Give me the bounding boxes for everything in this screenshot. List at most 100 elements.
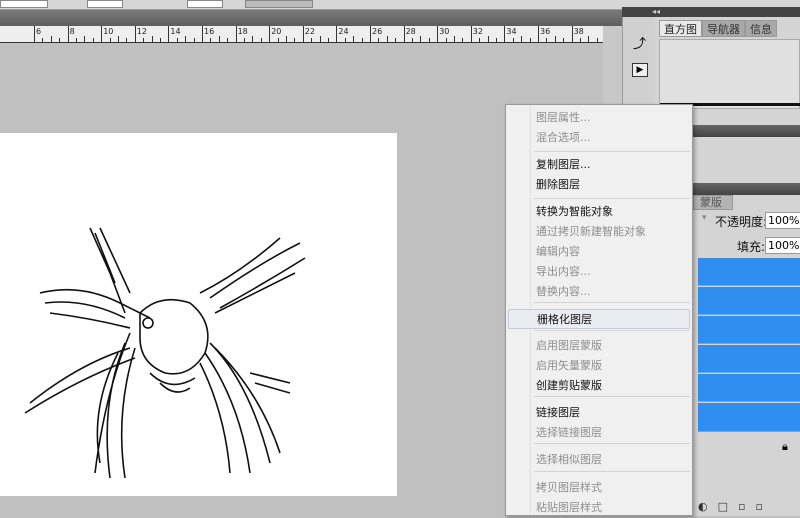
- ruler-tick: [260, 38, 262, 42]
- ruler-tick: [454, 36, 455, 42]
- ruler-label: 8: [69, 27, 75, 36]
- ruler-tick: [252, 36, 254, 42]
- tab-masks[interactable]: 蒙版: [693, 195, 733, 210]
- layer-row[interactable]: [698, 374, 800, 402]
- ruler-tick: [403, 26, 405, 42]
- menu-item[interactable]: 编辑内容: [506, 242, 692, 262]
- tab-info[interactable]: 信息: [745, 20, 777, 37]
- menu-separator: [534, 471, 690, 472]
- ruler-tick: [118, 36, 119, 42]
- menu-item[interactable]: 转换为智能对象: [506, 202, 692, 222]
- menu-item[interactable]: 启用矢量蒙版: [506, 356, 692, 376]
- ruler-tick: [59, 38, 61, 42]
- ruler-tick: [101, 26, 103, 42]
- ruler-tick: [126, 38, 128, 42]
- ruler-tick: [302, 26, 304, 42]
- layer-row[interactable]: [698, 287, 800, 315]
- horizontal-ruler: 6810121416182022242628303234363840: [0, 26, 603, 43]
- options-field[interactable]: [87, 0, 123, 8]
- ruler-label: 6: [36, 27, 42, 36]
- menu-item[interactable]: 选择链接图层: [506, 423, 692, 443]
- menu-separator: [534, 330, 690, 331]
- ruler-tick: [445, 38, 447, 42]
- actions-play-icon[interactable]: ▶: [632, 63, 648, 77]
- ruler-tick: [554, 36, 556, 42]
- panel-header[interactable]: ◂◂: [622, 7, 800, 17]
- opacity-input[interactable]: [765, 212, 800, 229]
- menu-item[interactable]: 粘贴图层样式: [506, 498, 692, 518]
- ruler-tick: [487, 36, 489, 42]
- ruler-tick: [269, 26, 271, 42]
- ruler-label: 16: [204, 27, 215, 36]
- ruler-tick: [344, 38, 346, 42]
- ruler-label: 24: [338, 27, 349, 36]
- menu-item[interactable]: 删除图层: [506, 175, 692, 195]
- options-button[interactable]: [245, 0, 313, 8]
- tab-histogram[interactable]: 直方图: [659, 20, 702, 37]
- ruler-tick: [235, 26, 237, 42]
- menu-item[interactable]: 替换内容...: [506, 282, 692, 302]
- ruler-label: 32: [472, 27, 483, 36]
- layer-bottom-icons[interactable]: ◐□▫▫: [698, 500, 773, 513]
- ruler-tick: [596, 38, 598, 42]
- ruler-tick: [244, 38, 245, 42]
- menu-item[interactable]: 拷贝图层样式: [506, 478, 692, 498]
- document-canvas[interactable]: [0, 133, 397, 496]
- ruler-tick: [76, 38, 77, 42]
- opacity-label: 不透明度:: [715, 215, 768, 229]
- ruler-tick: [370, 26, 371, 42]
- tab-navigator[interactable]: 导航器: [702, 20, 745, 37]
- ruler-tick: [210, 38, 212, 42]
- menu-item[interactable]: 图层属性...: [506, 108, 692, 128]
- menu-item[interactable]: 创建剪贴蒙版: [506, 376, 692, 396]
- options-field[interactable]: [187, 0, 223, 8]
- ruler-tick: [420, 36, 422, 42]
- history-icon[interactable]: ⤴: [633, 33, 647, 52]
- ruler-tick: [395, 38, 397, 42]
- menu-item[interactable]: 链接图层: [506, 403, 692, 423]
- ruler-label: 10: [103, 27, 114, 36]
- layer-row[interactable]: [698, 258, 800, 286]
- histogram-view: [659, 39, 800, 109]
- ruler-tick: [84, 36, 86, 42]
- ruler-label: 14: [170, 27, 181, 36]
- layer-row[interactable]: [698, 403, 800, 432]
- ruler-tick: [134, 26, 136, 42]
- ruler-label: 12: [136, 27, 147, 36]
- menu-separator: [534, 151, 690, 152]
- ruler-tick: [319, 36, 321, 42]
- ruler-tick: [151, 36, 153, 42]
- menu-item[interactable]: 通过拷贝新建智能对象: [506, 222, 692, 242]
- fill-input[interactable]: [765, 237, 800, 254]
- ruler-tick: [277, 38, 279, 42]
- menu-item[interactable]: 复制图层...: [506, 155, 692, 175]
- ruler-tick: [42, 38, 44, 42]
- ruler-tick: [143, 38, 145, 42]
- ruler-tick: [462, 38, 464, 42]
- menu-item[interactable]: 启用图层蒙版: [506, 336, 692, 356]
- fill-label: 填充:: [737, 240, 766, 254]
- layer-row[interactable]: [698, 345, 800, 373]
- ruler-tick: [479, 38, 481, 42]
- options-field[interactable]: [0, 0, 48, 8]
- ruler-tick: [328, 38, 329, 42]
- ruler-tick: [50, 36, 52, 42]
- layer-row[interactable]: [698, 316, 800, 344]
- menu-item[interactable]: 栅格化图层: [508, 309, 690, 329]
- parrot-drawing: [24, 227, 306, 479]
- ruler-tick: [227, 38, 229, 42]
- ruler-label: 38: [573, 27, 584, 36]
- ruler-tick: [563, 38, 565, 42]
- menu-item[interactable]: 导出内容...: [506, 262, 692, 282]
- ruler-tick: [361, 38, 363, 42]
- layer-context-menu: 图层属性... 混合选项... 复制图层... 删除图层转换为智能对象 通过拷贝新建智能…: [505, 104, 693, 516]
- menu-separator: [534, 396, 690, 397]
- ruler-tick: [202, 26, 203, 42]
- ruler-label: 30: [439, 27, 450, 36]
- ruler-tick: [294, 38, 296, 42]
- ruler-tick: [193, 38, 195, 42]
- ruler-tick: [529, 38, 531, 42]
- menu-item[interactable]: 选择相似图层: [506, 450, 692, 470]
- blend-mode-dropdown-arrow[interactable]: ▾: [702, 213, 707, 223]
- menu-item[interactable]: 混合选项...: [506, 128, 692, 148]
